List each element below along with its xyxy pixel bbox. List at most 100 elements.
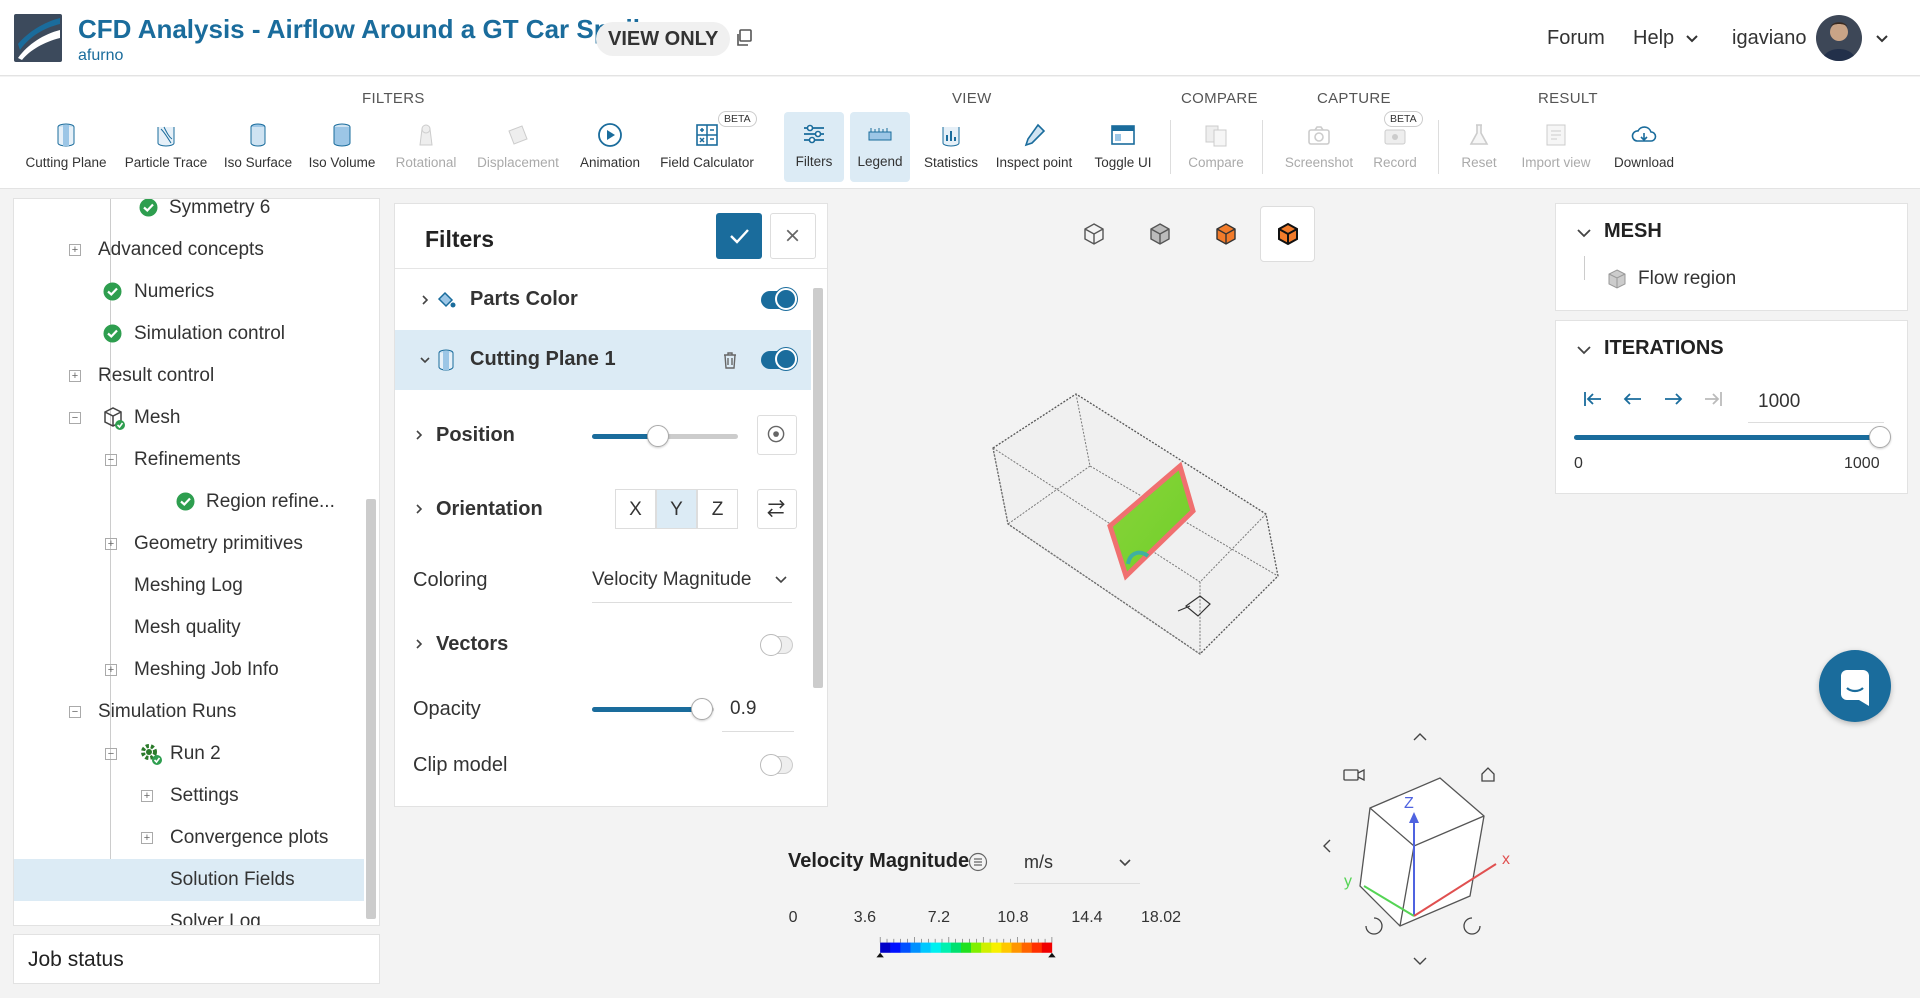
iteration-slider[interactable] xyxy=(1574,426,1891,448)
view-mode-wireframe-button[interactable] xyxy=(1066,206,1121,262)
navigation-cube[interactable]: Z y x xyxy=(1320,726,1524,966)
project-owner[interactable]: afurno xyxy=(78,47,123,65)
expand-icon[interactable]: + xyxy=(69,244,81,256)
tree-item-simulation-control[interactable]: Simulation control xyxy=(14,313,364,355)
close-panel-button[interactable] xyxy=(770,213,816,259)
tree-item-numerics[interactable]: Numerics xyxy=(14,271,364,313)
view-mode-surface-edges-button[interactable] xyxy=(1260,206,1315,262)
legend-unit-select[interactable]: m/s xyxy=(1014,838,1140,884)
tree-item-refinements[interactable]: − Refinements xyxy=(14,439,364,481)
statistics-button[interactable]: Statistics xyxy=(920,113,982,179)
chevron-down-icon[interactable] xyxy=(1576,226,1592,240)
job-status-panel[interactable]: Job status xyxy=(13,934,380,984)
vectors-toggle[interactable] xyxy=(760,634,793,656)
tree-item-settings[interactable]: + Settings xyxy=(14,775,364,817)
expand-icon[interactable]: + xyxy=(105,538,117,550)
tree-item-mesh[interactable]: − Mesh xyxy=(14,397,364,439)
tree-item-geometry-primitives[interactable]: + Geometry primitives xyxy=(14,523,364,565)
coloring-select[interactable]: Velocity Magnitude xyxy=(592,555,792,603)
cutting-plane-button[interactable]: Cutting Plane xyxy=(20,113,112,179)
tree-item-solution-fields[interactable]: Solution Fields xyxy=(14,859,364,901)
tree-scrollbar[interactable] xyxy=(366,499,376,919)
expand-icon[interactable]: + xyxy=(141,790,153,802)
cutting-plane-row[interactable]: Cutting Plane 1 xyxy=(395,330,811,390)
expand-icon[interactable]: + xyxy=(141,832,153,844)
tree-item-meshing-log[interactable]: Meshing Log xyxy=(14,565,364,607)
next-step-icon[interactable] xyxy=(1662,389,1684,409)
inspect-point-button[interactable]: Inspect point xyxy=(990,113,1078,179)
rotational-button[interactable]: Rotational xyxy=(388,113,464,179)
trash-icon[interactable] xyxy=(721,350,739,370)
chevron-down-icon[interactable] xyxy=(1576,343,1592,357)
tree-item-region-refinement[interactable]: Region refine... xyxy=(14,481,364,523)
collapse-icon[interactable]: − xyxy=(69,412,81,424)
tree-item-mesh-quality[interactable]: Mesh quality xyxy=(14,607,364,649)
screenshot-button[interactable]: Screenshot xyxy=(1276,113,1362,179)
chevron-right-icon[interactable] xyxy=(419,294,431,306)
chat-button[interactable] xyxy=(1819,650,1891,722)
tree-item-meshing-job-info[interactable]: + Meshing Job Info xyxy=(14,649,364,691)
expand-icon[interactable]: + xyxy=(69,370,81,382)
nav-user-name[interactable]: igaviano xyxy=(1732,27,1807,50)
chevron-down-icon[interactable] xyxy=(1684,31,1700,47)
user-avatar[interactable] xyxy=(1816,15,1862,61)
collapse-icon[interactable]: − xyxy=(69,706,81,718)
iso-surface-button[interactable]: Iso Surface xyxy=(220,113,296,179)
expand-icon[interactable]: + xyxy=(105,664,117,676)
flip-orientation-button[interactable] xyxy=(757,489,797,529)
clip-model-toggle[interactable] xyxy=(760,754,793,776)
nav-forum-link[interactable]: Forum xyxy=(1547,27,1605,50)
previous-step-icon[interactable] xyxy=(1622,389,1644,409)
nav-help-menu[interactable]: Help xyxy=(1633,27,1674,50)
opacity-slider[interactable] xyxy=(592,698,714,720)
apply-button[interactable] xyxy=(716,213,762,259)
tree-item-result-control[interactable]: + Result control xyxy=(14,355,364,397)
mesh-item-flow-region[interactable]: Flow region xyxy=(1638,268,1736,290)
chevron-right-icon[interactable] xyxy=(413,503,425,515)
tree-item-advanced-concepts[interactable]: + Advanced concepts xyxy=(14,229,364,271)
iteration-input[interactable]: 1000 xyxy=(1748,377,1884,423)
tree-item-solver-log[interactable]: Solver Log xyxy=(14,901,364,925)
opacity-input[interactable]: 0.9 xyxy=(722,684,794,732)
field-calculator-button[interactable]: BETA Field Calculator xyxy=(656,111,758,179)
view-mode-solid-button[interactable] xyxy=(1132,206,1187,262)
filters-button[interactable]: Filters xyxy=(784,112,844,182)
position-slider[interactable] xyxy=(592,425,738,447)
chevron-down-icon[interactable] xyxy=(1874,31,1890,47)
download-button[interactable]: Download xyxy=(1604,113,1684,179)
simscale-logo[interactable] xyxy=(14,14,62,62)
tree-item-simulation-runs[interactable]: − Simulation Runs xyxy=(14,691,364,733)
view-mode-surface-button[interactable] xyxy=(1198,206,1253,262)
filters-scrollbar[interactable] xyxy=(813,288,823,688)
last-step-icon[interactable] xyxy=(1702,389,1724,409)
tree-item-convergence-plots[interactable]: + Convergence plots xyxy=(14,817,364,859)
compare-button[interactable]: Compare xyxy=(1182,113,1250,179)
animation-button[interactable]: Animation xyxy=(572,113,648,179)
collapse-icon[interactable]: − xyxy=(105,454,117,466)
position-target-button[interactable] xyxy=(757,415,797,455)
cutting-plane-toggle[interactable] xyxy=(761,348,797,370)
legend-button[interactable]: Legend xyxy=(850,112,910,182)
particle-trace-button[interactable]: Particle Trace xyxy=(120,113,212,179)
axis-x-button[interactable]: X xyxy=(615,489,656,529)
tree-item-symmetry-6[interactable]: Symmetry 6 xyxy=(14,199,364,229)
parts-color-toggle[interactable] xyxy=(761,288,797,310)
legend-menu-icon[interactable] xyxy=(968,852,988,872)
3d-viewport[interactable]: Velocity Magnitude m/s 0 3.6 7.2 10.8 14.4 18… xyxy=(788,196,1538,988)
first-step-icon[interactable] xyxy=(1582,389,1604,409)
parts-color-row[interactable]: Parts Color xyxy=(395,270,811,330)
chevron-down-icon[interactable] xyxy=(419,354,431,366)
copy-project-icon[interactable] xyxy=(734,28,754,48)
chevron-right-icon[interactable] xyxy=(413,638,425,650)
record-button[interactable]: BETA Record xyxy=(1366,111,1424,179)
reset-button[interactable]: Reset xyxy=(1452,113,1506,179)
axis-z-button[interactable]: Z xyxy=(697,489,738,529)
tree-item-run-2[interactable]: − Run 2 xyxy=(14,733,364,775)
toggle-ui-button[interactable]: Toggle UI xyxy=(1086,113,1160,179)
chevron-right-icon[interactable] xyxy=(413,429,425,441)
displacement-button[interactable]: Displacement xyxy=(472,113,564,179)
axis-y-button[interactable]: Y xyxy=(656,489,697,529)
collapse-icon[interactable]: − xyxy=(105,748,117,760)
iso-volume-button[interactable]: Iso Volume xyxy=(304,113,380,179)
import-view-button[interactable]: Import view xyxy=(1514,113,1598,179)
